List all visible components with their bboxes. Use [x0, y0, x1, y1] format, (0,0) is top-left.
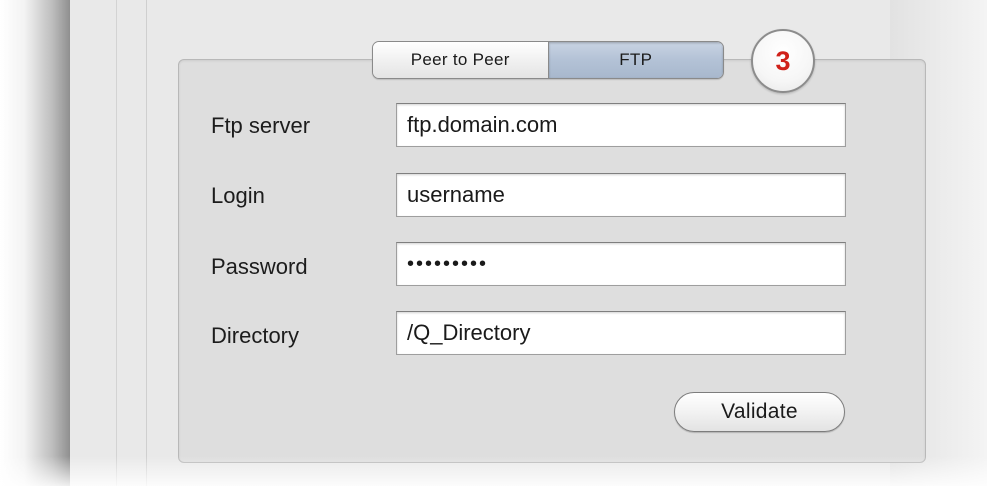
transfer-mode-segmented-control[interactable]: Peer to Peer FTP: [372, 41, 724, 79]
directory-input[interactable]: /Q_Directory: [396, 311, 846, 355]
pane-divider: [146, 0, 147, 486]
ftp-server-label: Ftp server: [211, 113, 311, 138]
segment-ftp[interactable]: FTP: [548, 42, 723, 78]
window-edge-shadow: [0, 0, 70, 486]
badge-connector-line: [724, 59, 752, 60]
step-number-badge: 3: [751, 29, 815, 93]
password-input[interactable]: •••••••••: [396, 242, 846, 286]
login-label: Login: [211, 183, 265, 208]
validate-button[interactable]: Validate: [674, 392, 845, 432]
segment-peer-to-peer[interactable]: Peer to Peer: [373, 42, 549, 78]
directory-label: Directory: [211, 323, 300, 348]
password-label: Password: [211, 254, 308, 279]
ftp-server-input[interactable]: ftp.domain.com: [396, 103, 846, 147]
pane-divider: [116, 0, 117, 486]
login-input[interactable]: username: [396, 173, 846, 217]
